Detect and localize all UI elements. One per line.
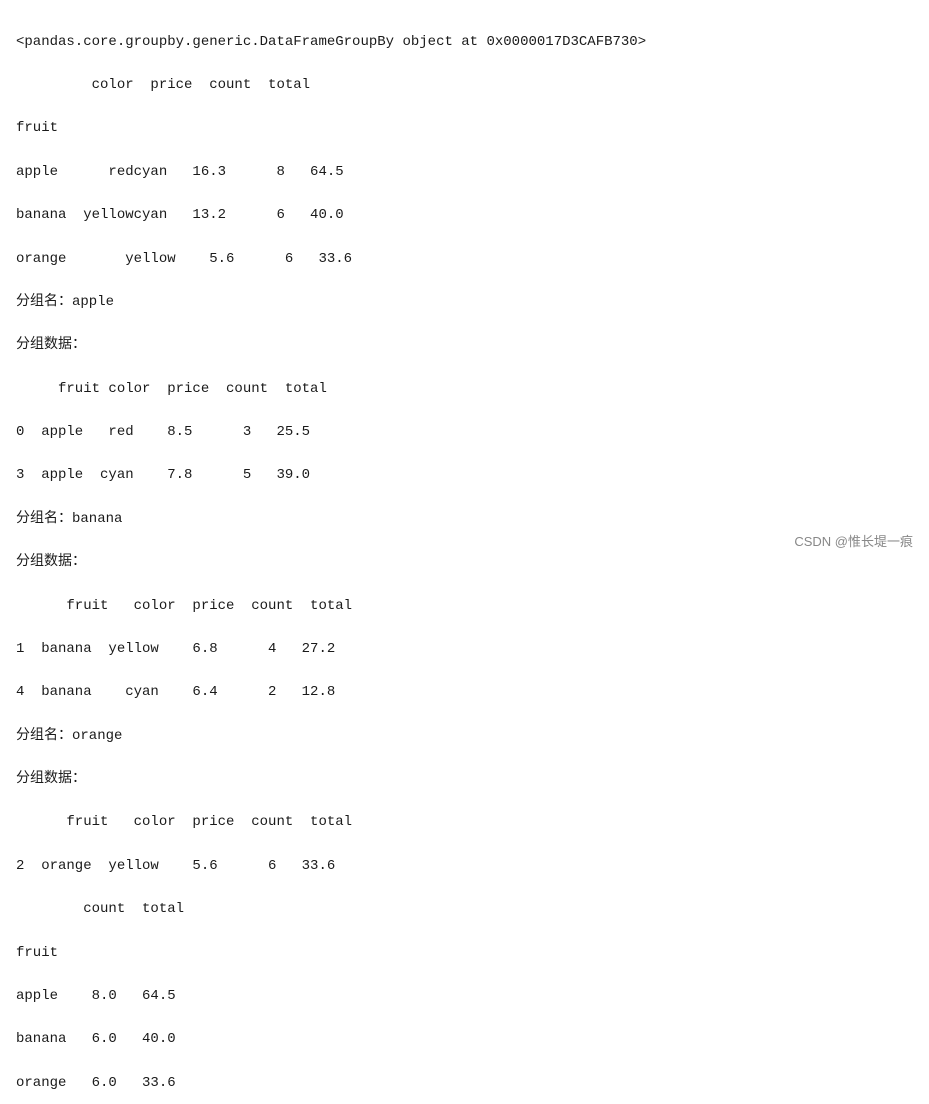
group-name-orange: 分组名：orange <box>16 728 122 744</box>
group1-row3: 3 apple cyan 7.8 5 39.0 <box>16 467 310 483</box>
group2-row4: 4 banana cyan 6.4 2 12.8 <box>16 684 335 700</box>
group2-header: fruit color price count total <box>16 598 352 614</box>
fruit-label: fruit <box>16 120 58 136</box>
group-data-label-3: 分组数据： <box>16 771 86 787</box>
group1-row0: 0 apple red 8.5 3 25.5 <box>16 424 310 440</box>
apple-summary: apple redcyan 16.3 8 64.5 <box>16 164 344 180</box>
banana-summary: banana yellowcyan 13.2 6 40.0 <box>16 207 344 223</box>
group1-header: fruit color price count total <box>16 381 327 397</box>
group-name-apple: 分组名：apple <box>16 294 114 310</box>
agg-orange: orange 6.0 33.6 <box>16 1075 176 1091</box>
object-line: <pandas.core.groupby.generic.DataFrameGr… <box>16 34 646 50</box>
agg-banana: banana 6.0 40.0 <box>16 1031 176 1047</box>
summary-header: color price count total <box>16 77 310 93</box>
agg-header: count total <box>16 901 184 917</box>
group-data-label-2: 分组数据： <box>16 554 86 570</box>
group3-header: fruit color price count total <box>16 814 352 830</box>
group-data-label-1: 分组数据： <box>16 337 86 353</box>
group3-row2: 2 orange yellow 5.6 6 33.6 <box>16 858 335 874</box>
group2-row1: 1 banana yellow 6.8 4 27.2 <box>16 641 335 657</box>
agg-fruit-label: fruit <box>16 945 58 961</box>
agg-apple: apple 8.0 64.5 <box>16 988 176 1004</box>
watermark: CSDN @惟长堤一痕 <box>794 531 913 550</box>
orange-summary: orange yellow 5.6 6 33.6 <box>16 251 352 267</box>
output-block: <pandas.core.groupby.generic.DataFrameGr… <box>16 10 913 1094</box>
group-name-banana: 分组名：banana <box>16 511 122 527</box>
